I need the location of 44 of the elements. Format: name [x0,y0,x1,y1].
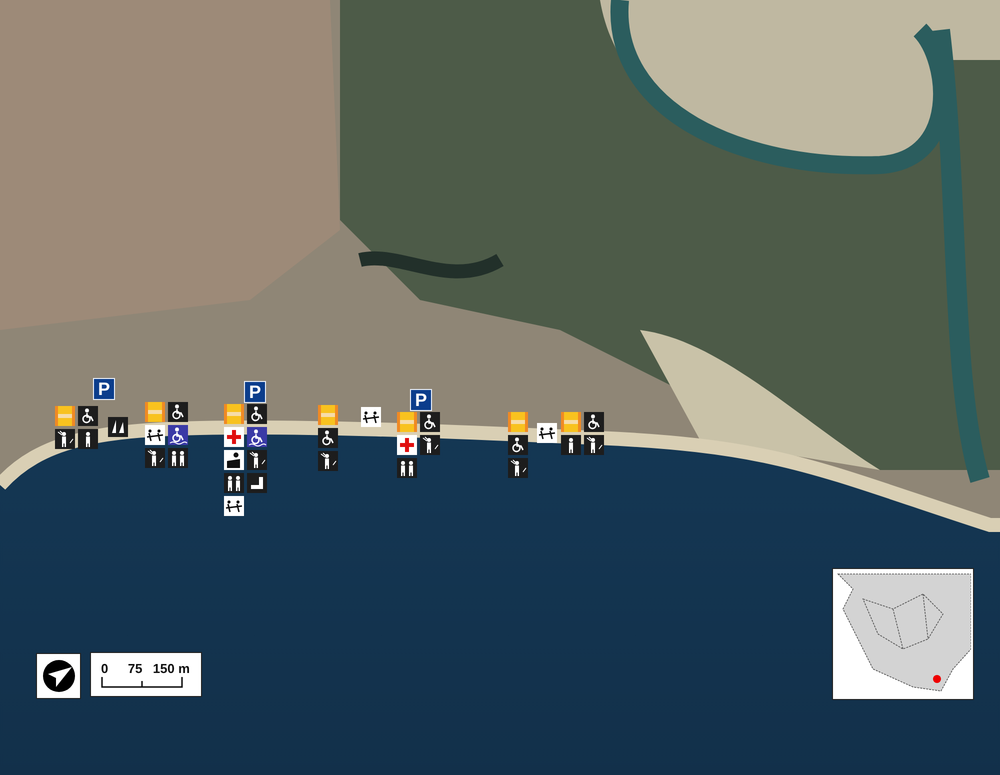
shower-icon [55,429,75,449]
wheelchair-icon [168,402,188,422]
scale-label: 0 [101,661,110,676]
people-playing-icon [361,407,381,427]
person-at-desk-icon [224,450,244,470]
flag-sign-icon [561,412,581,432]
parking-sign: P [244,381,266,403]
person-icon [78,429,98,449]
shower-icon [584,435,604,455]
person-icon [561,435,581,455]
wheelchair-icon [420,412,440,432]
first-aid-icon [224,427,244,447]
flag-sign-icon [224,404,244,424]
toilets-icon [168,448,188,468]
toilets-icon [397,458,417,478]
flag-sign-icon [397,412,417,432]
people-playing-icon [537,423,557,443]
flag-sign-icon [145,402,165,422]
flag-sign-icon [318,405,338,425]
parking-sign: P [93,378,115,400]
people-playing-icon [224,496,244,516]
first-aid-icon [397,435,417,455]
steps-icon [247,473,267,493]
sailboats-icon [108,417,128,437]
shower-icon [145,448,165,468]
scale-ruler-icon [101,676,183,688]
wheelchair-icon [247,404,267,424]
wheelchair-icon [78,406,98,426]
people-playing-icon [145,425,165,445]
scale-label: 75 [128,661,144,676]
parking-sign: P [410,389,432,411]
flag-sign-icon [55,406,75,426]
scale-label: 150 m [152,661,191,676]
wheelchair-water-icon [168,425,188,445]
flag-sign-icon [508,412,528,432]
shower-icon [318,451,338,471]
toilets-icon [224,473,244,493]
shower-icon [247,450,267,470]
wheelchair-icon [508,435,528,455]
wheelchair-icon [584,412,604,432]
shower-icon [420,435,440,455]
shower-icon [508,458,528,478]
wheelchair-water-icon [247,427,267,447]
wheelchair-icon [318,428,338,448]
